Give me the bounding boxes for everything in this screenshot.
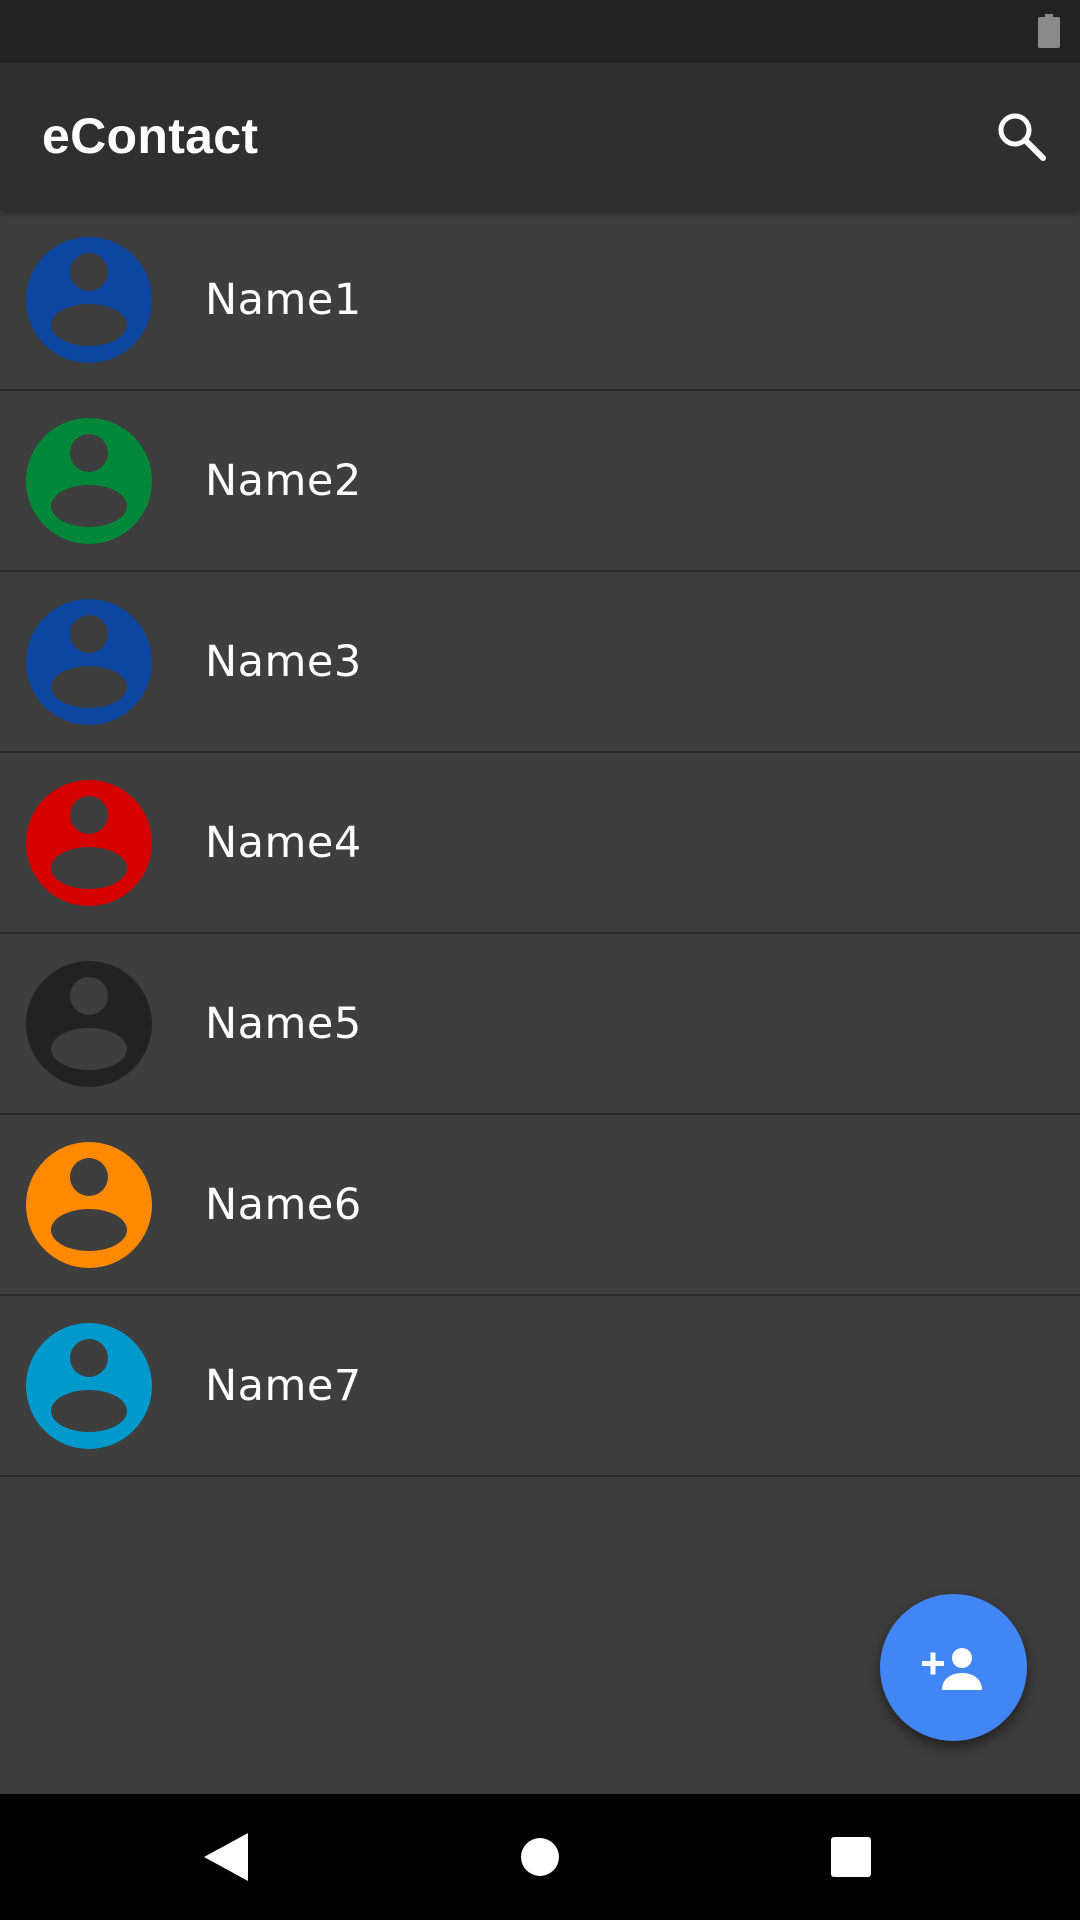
list-item[interactable]: Name1 xyxy=(0,210,1080,391)
avatar xyxy=(26,237,152,363)
search-button[interactable] xyxy=(988,103,1054,169)
person-avatar-icon xyxy=(26,1142,152,1268)
avatar xyxy=(26,961,152,1087)
avatar xyxy=(26,1323,152,1449)
navigation-bar xyxy=(0,1794,1080,1920)
person-avatar-icon xyxy=(26,418,152,544)
recents-square-icon xyxy=(831,1837,871,1877)
add-person-icon xyxy=(921,1647,982,1690)
home-button[interactable] xyxy=(506,1823,574,1891)
list-item[interactable]: Name3 xyxy=(0,572,1080,753)
app-title: eContact xyxy=(42,108,259,164)
person-avatar-icon xyxy=(26,961,152,1087)
person-avatar-icon xyxy=(26,599,152,725)
avatar xyxy=(26,418,152,544)
person-avatar-icon xyxy=(26,780,152,906)
list-item[interactable]: Name5 xyxy=(0,934,1080,1115)
add-contact-button[interactable] xyxy=(880,1594,1027,1741)
back-button[interactable] xyxy=(192,1823,260,1891)
contact-name: Name6 xyxy=(205,1180,362,1230)
contact-name: Name5 xyxy=(205,999,362,1049)
list-item[interactable]: Name2 xyxy=(0,391,1080,572)
battery-icon xyxy=(1038,14,1060,48)
contact-name: Name2 xyxy=(205,456,362,506)
back-triangle-icon xyxy=(204,1833,248,1881)
search-icon xyxy=(998,113,1046,161)
contact-name: Name3 xyxy=(205,637,362,687)
status-bar xyxy=(0,0,1080,63)
contact-list: Name1 Name2 Name3 Name4 Name5 Name6 Name… xyxy=(0,210,1080,1477)
person-avatar-icon xyxy=(26,237,152,363)
contact-name: Name7 xyxy=(205,1361,362,1411)
person-avatar-icon xyxy=(26,1323,152,1449)
avatar xyxy=(26,780,152,906)
list-item[interactable]: Name4 xyxy=(0,753,1080,934)
list-item[interactable]: Name6 xyxy=(0,1115,1080,1296)
recents-button[interactable] xyxy=(817,1823,885,1891)
list-item[interactable]: Name7 xyxy=(0,1296,1080,1477)
contact-name: Name1 xyxy=(205,275,362,325)
avatar xyxy=(26,599,152,725)
home-circle-icon xyxy=(521,1838,559,1876)
avatar xyxy=(26,1142,152,1268)
contact-name: Name4 xyxy=(205,818,362,868)
app-bar: eContact xyxy=(0,63,1080,210)
screen: eContact Name1 Name2 Name3 Name4 Name5 N… xyxy=(0,0,1080,1920)
